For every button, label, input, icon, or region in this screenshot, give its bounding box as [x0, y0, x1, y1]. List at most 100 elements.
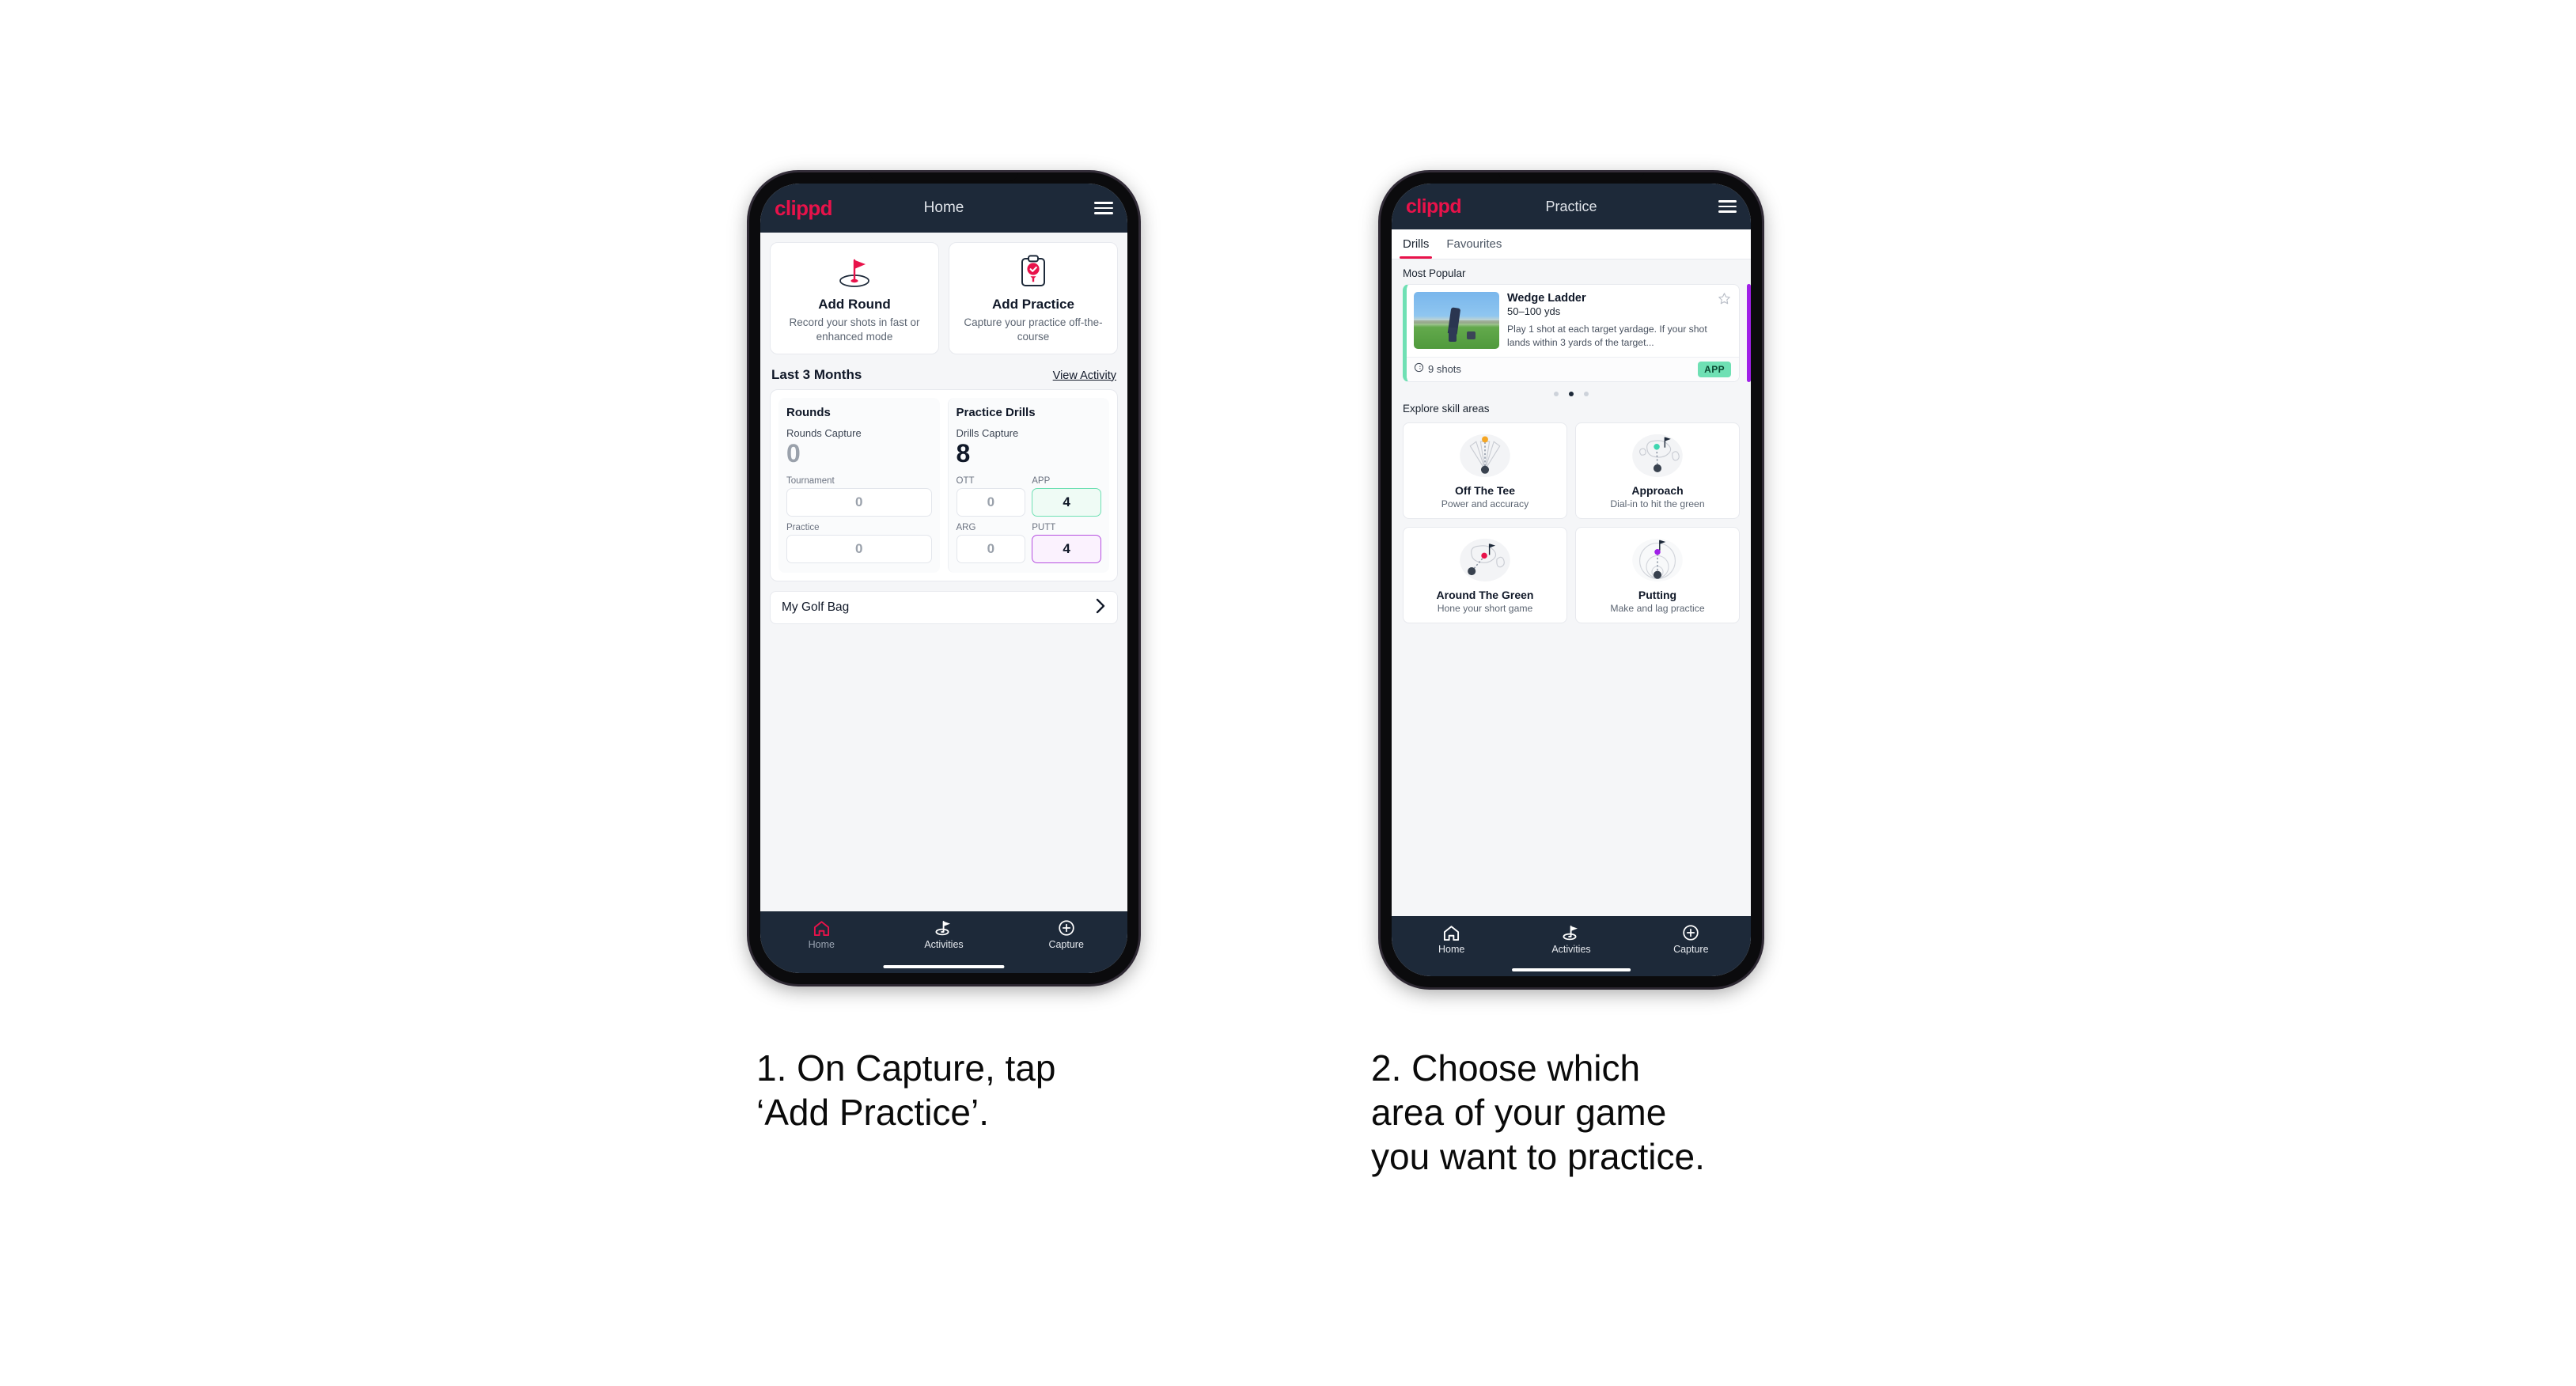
tab-favourites[interactable]: Favourites	[1446, 229, 1502, 259]
caption-step-two: 2. Choose which area of your game you wa…	[1371, 1047, 1705, 1178]
add-practice-card[interactable]: Add Practice Capture your practice off-t…	[949, 242, 1118, 354]
tournament-value-box[interactable]: 0	[786, 488, 932, 517]
drills-field-row-2: ARG 0 PUTT 4	[956, 523, 1101, 564]
practice-tabs: Drills Favourites	[1392, 229, 1751, 259]
clipboard-check-tee-icon	[956, 254, 1111, 290]
phone-notch	[869, 172, 1018, 181]
screenshot-canvas: clippd Home Add Round Record your shots …	[0, 0, 2576, 1386]
rounds-stats-column: Rounds Rounds Capture 0 Tournament 0 Pra…	[778, 397, 940, 574]
drill-shots-label: 9 shots	[1428, 363, 1461, 376]
skill-subtitle: Power and accuracy	[1441, 498, 1529, 509]
skill-title: Around The Green	[1436, 588, 1534, 601]
skill-title: Approach	[1631, 483, 1684, 497]
drills-field-putt: PUTT 4	[1032, 523, 1101, 564]
tab-favourites-label: Favourites	[1446, 237, 1502, 251]
off-the-tee-icon	[1408, 431, 1562, 480]
rounds-capture-value: 0	[786, 438, 801, 468]
tab-drills-label: Drills	[1403, 237, 1430, 251]
practice-value-box[interactable]: 0	[786, 535, 932, 564]
home-icon	[1392, 924, 1511, 941]
drill-card-footer: 9 shots APP	[1407, 356, 1739, 381]
section-title: Last 3 Months	[771, 366, 862, 382]
drill-range: 50–100 yds	[1507, 305, 1561, 317]
arg-value-box[interactable]: 0	[956, 535, 1026, 564]
plus-circle-icon	[1631, 924, 1751, 941]
putt-value-box[interactable]: 4	[1032, 535, 1101, 564]
phone-mockup-home: clippd Home Add Round Record your shots …	[749, 172, 1138, 984]
clippd-logo[interactable]: clippd	[1406, 195, 1462, 218]
home-screen-body: Add Round Record your shots in fast or e…	[760, 233, 1127, 911]
drill-carousel[interactable]: Wedge Ladder 50–100 yds Play 1 shot at e…	[1392, 284, 1751, 382]
explore-skill-areas-label: Explore skill areas	[1403, 402, 1490, 415]
nav-item-capture[interactable]: Capture	[1631, 924, 1751, 955]
view-activity-link[interactable]: View Activity	[1053, 369, 1116, 382]
plus-circle-icon	[1005, 919, 1127, 937]
skill-card-around-the-green[interactable]: Around The Green Hone your short game	[1403, 526, 1567, 623]
nav-label-home: Home	[1438, 944, 1465, 955]
skill-subtitle: Make and lag practice	[1610, 602, 1705, 614]
drills-title: Practice Drills	[956, 405, 1036, 419]
around-the-green-icon	[1408, 536, 1562, 585]
drills-field-ott: OTT 0	[956, 476, 1026, 517]
nav-label-capture: Capture	[1673, 944, 1709, 955]
caption-step-one: 1. On Capture, tap ‘Add Practice’.	[756, 1047, 1056, 1134]
app-label: APP	[1032, 476, 1051, 487]
drills-capture-value: 8	[956, 438, 971, 468]
tournament-label: Tournament	[786, 476, 835, 487]
skill-card-putting[interactable]: Putting Make and lag practice	[1575, 526, 1740, 623]
stats-card: Rounds Rounds Capture 0 Tournament 0 Pra…	[770, 388, 1118, 582]
drills-field-app: APP 4	[1032, 476, 1101, 517]
golf-flag-hole-icon	[777, 254, 932, 290]
nav-item-capture[interactable]: Capture	[1005, 919, 1127, 950]
nav-label-capture: Capture	[1048, 939, 1084, 950]
nav-label-activities: Activities	[924, 939, 964, 950]
rounds-capture-label: Rounds Capture	[786, 426, 862, 439]
putting-icon	[1581, 536, 1734, 585]
carousel-dot-active[interactable]	[1569, 391, 1574, 396]
nav-label-activities: Activities	[1551, 944, 1591, 955]
approach-icon	[1581, 431, 1734, 480]
ott-value-box[interactable]: 0	[956, 488, 1026, 517]
app-header: clippd Practice	[1392, 184, 1751, 229]
hamburger-menu-icon[interactable]	[1094, 202, 1113, 214]
nav-item-activities[interactable]: Activities	[1511, 924, 1631, 955]
star-outline-icon[interactable]	[1718, 292, 1731, 309]
clippd-logo[interactable]: clippd	[775, 196, 833, 221]
carousel-dot[interactable]	[1584, 391, 1589, 396]
my-golf-bag-row[interactable]: My Golf Bag	[770, 591, 1118, 625]
phone-screen-home: clippd Home Add Round Record your shots …	[760, 184, 1127, 973]
add-round-subtitle: Record your shots in fast or enhanced mo…	[789, 316, 920, 343]
drill-description: Play 1 shot at each target yardage. If y…	[1507, 324, 1707, 348]
nav-item-home[interactable]: Home	[1392, 924, 1511, 955]
skill-areas-grid: Off The Tee Power and accuracy Approach …	[1392, 419, 1751, 623]
skill-title: Off The Tee	[1455, 483, 1515, 497]
quick-action-row: Add Round Record your shots in fast or e…	[760, 233, 1127, 354]
nav-item-home[interactable]: Home	[760, 919, 883, 950]
arg-label: ARG	[956, 523, 976, 533]
carousel-dot[interactable]	[1554, 391, 1559, 396]
add-round-card[interactable]: Add Round Record your shots in fast or e…	[770, 242, 939, 354]
carousel-dots	[1392, 382, 1751, 401]
tab-drills[interactable]: Drills	[1399, 229, 1433, 259]
drill-card-wedge-ladder[interactable]: Wedge Ladder 50–100 yds Play 1 shot at e…	[1403, 284, 1740, 382]
nav-item-activities[interactable]: Activities	[883, 919, 1006, 950]
rounds-field-tournament: Tournament 0	[786, 476, 932, 517]
drill-shots: 9 shots	[1414, 362, 1461, 377]
drills-capture-label: Drills Capture	[956, 426, 1019, 439]
next-drill-card-peek[interactable]	[1747, 284, 1751, 382]
skill-card-approach[interactable]: Approach Dial-in to hit the green	[1575, 422, 1740, 519]
hamburger-menu-icon[interactable]	[1718, 200, 1737, 213]
home-icon	[760, 919, 883, 937]
drill-thumbnail	[1414, 292, 1499, 349]
ott-label: OTT	[956, 476, 975, 487]
drill-category-badge: APP	[1698, 361, 1731, 377]
skill-card-off-the-tee[interactable]: Off The Tee Power and accuracy	[1403, 422, 1567, 519]
chevron-right-icon[interactable]	[1095, 598, 1106, 618]
drill-card-body: Wedge Ladder 50–100 yds Play 1 shot at e…	[1407, 285, 1739, 357]
phone-mockup-practice: clippd Practice Drills Favourites Most P…	[1381, 172, 1762, 987]
last-3-months-header: Last 3 Months View Activity	[760, 354, 1127, 389]
skill-subtitle: Dial-in to hit the green	[1610, 498, 1705, 509]
app-value-box[interactable]: 4	[1032, 488, 1101, 517]
clock-icon	[1414, 362, 1424, 377]
rounds-field-practice: Practice 0	[786, 523, 932, 564]
